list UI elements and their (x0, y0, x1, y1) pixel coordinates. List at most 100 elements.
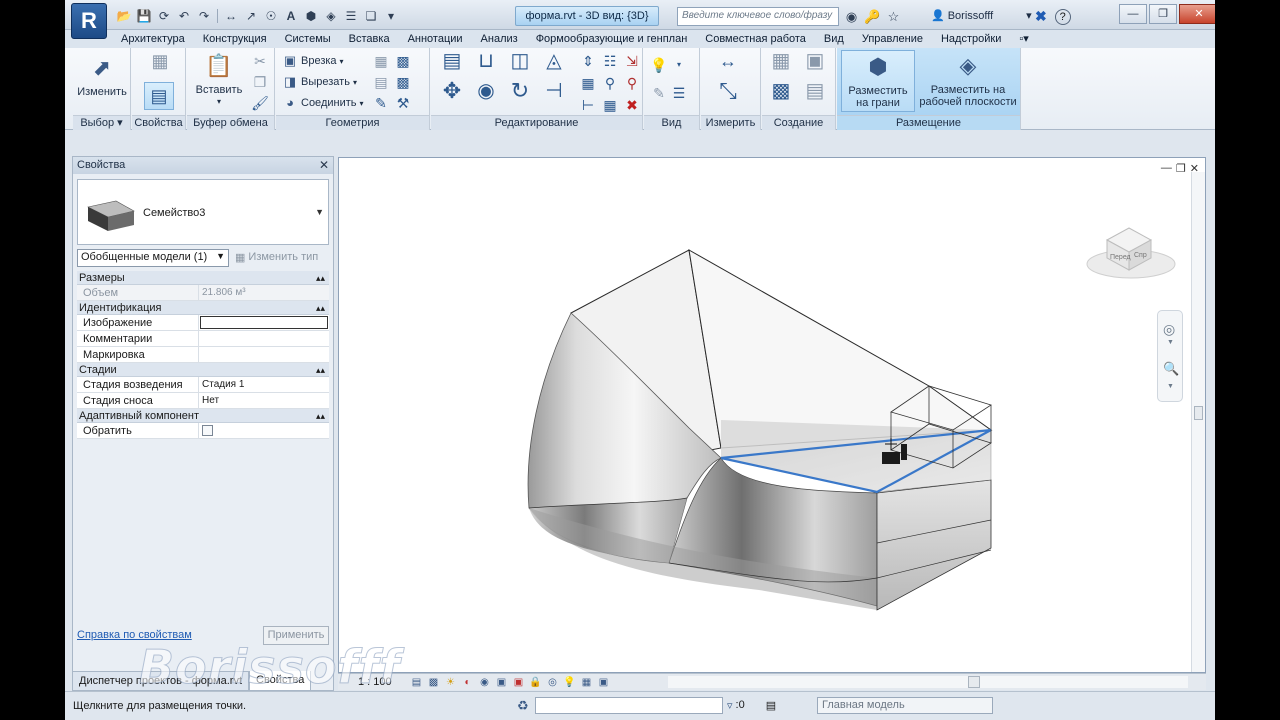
temporary-hide-icon[interactable]: ◎ (546, 676, 559, 689)
scrollbar-thumb[interactable] (1194, 406, 1203, 420)
save-icon[interactable]: 💾 (135, 7, 153, 25)
cut-geometry-button[interactable]: ▣ Врезка ▾ (282, 53, 344, 69)
create-parts-icon[interactable]: ▣ (802, 51, 828, 78)
favorites-icon[interactable]: ☆ (885, 8, 902, 25)
align-icon[interactable]: ▤ (439, 51, 465, 78)
offset-icon[interactable]: ⊔ (473, 51, 499, 78)
text-icon[interactable]: A (282, 7, 300, 25)
tab-architecture[interactable]: Архитектура (112, 30, 194, 48)
tab-structure[interactable]: Конструкция (194, 30, 276, 48)
subscription-icon[interactable]: 🔑 (864, 8, 881, 25)
viewcube[interactable]: Перед Спр (1086, 227, 1176, 279)
selection-filter[interactable]: ▿ :0 ▤ (727, 699, 776, 712)
crop-view-icon[interactable]: ▣ (495, 676, 508, 689)
group-identity[interactable]: Идентификация ▴▴ (77, 301, 329, 315)
steering-wheel-icon[interactable]: ◎ (1163, 321, 1175, 338)
tab-addins[interactable]: Надстройки (932, 30, 1010, 48)
measure-icon[interactable]: ↔ (222, 7, 240, 25)
show-crop-icon[interactable]: ▣ (512, 676, 525, 689)
close-button[interactable]: ✕ (1179, 4, 1215, 24)
match-type-icon[interactable]: 🖌 (251, 94, 269, 112)
redo-icon[interactable]: ↷ (195, 7, 213, 25)
tag-icon[interactable]: ☉ (262, 7, 280, 25)
shadows-icon[interactable]: ◐ (461, 676, 474, 689)
undo-icon[interactable]: ↶ (175, 7, 193, 25)
wall-joins-icon[interactable]: ▦ (372, 52, 390, 70)
help-button[interactable]: ? (1054, 8, 1071, 25)
split-face-icon[interactable]: ▤ (372, 73, 390, 91)
mirror-pick-axis-icon[interactable]: ◫ (507, 51, 533, 78)
editable-only-icon[interactable]: ▤ (766, 699, 776, 712)
apply-button[interactable]: Применить (263, 626, 329, 645)
group-icon[interactable]: ▦ (601, 96, 619, 114)
split-gap-icon[interactable]: ▦ (579, 74, 597, 92)
group-phasing[interactable]: Стадии ▴▴ (77, 363, 329, 377)
view-scale[interactable]: 1 : 100 (338, 676, 398, 688)
phase-created-field[interactable]: Стадия 1 (199, 377, 329, 392)
visual-style-icon[interactable]: ▩ (427, 676, 440, 689)
properties-help-link[interactable]: Справка по свойствам (77, 629, 192, 641)
tab-properties[interactable]: Свойства (249, 671, 312, 691)
search-input[interactable]: Введите ключевое слово/фразу (677, 7, 839, 26)
properties-toggle-icon[interactable]: ▤ (144, 82, 174, 110)
split-icon[interactable]: ⇕ (579, 52, 597, 70)
scale-icon[interactable]: ⇲ (623, 52, 641, 70)
rotate-icon[interactable]: ↻ (507, 80, 533, 108)
chevron-down-icon[interactable]: ▼ (1167, 339, 1174, 346)
open-icon[interactable]: 📂 (115, 7, 133, 25)
hide-in-view-icon[interactable]: 💡 (650, 56, 668, 74)
switch-windows-icon[interactable]: ❏ (362, 7, 380, 25)
place-on-face-button[interactable]: ⬢ Разместить на грани (841, 50, 915, 112)
create-assembly-icon[interactable]: ▦ (768, 51, 794, 78)
paste-button[interactable]: 📋 Вставить ▾ (191, 52, 247, 108)
tab-analyze[interactable]: Анализ (472, 30, 527, 48)
flip-checkbox[interactable] (202, 425, 213, 436)
lock-view-icon[interactable]: 🔒 (529, 676, 542, 689)
ribbon-minimize-toggle[interactable]: ▫▾ (1010, 30, 1037, 48)
zoom-icon[interactable]: 🔍 (1163, 361, 1179, 377)
image-field[interactable] (200, 316, 328, 329)
comments-field[interactable] (199, 331, 329, 346)
paint-icon[interactable]: ▩ (394, 52, 412, 70)
tab-annotate[interactable]: Аннотации (399, 30, 472, 48)
array-icon[interactable]: ☷ (601, 52, 619, 70)
type-properties-icon[interactable]: ▦ (149, 52, 171, 74)
tab-view[interactable]: Вид (815, 30, 853, 48)
aligned-dimension-icon[interactable]: ⤡ (711, 80, 745, 108)
demolish-icon[interactable]: ▩ (394, 73, 412, 91)
exchange-icon[interactable]: ✖ (1035, 8, 1047, 25)
delete-icon[interactable]: ✖ (623, 96, 641, 114)
reveal-hidden-icon[interactable]: 💡 (563, 676, 576, 689)
sync-icon[interactable]: ⟳ (155, 7, 173, 25)
tab-collaborate[interactable]: Совместная работа (696, 30, 815, 48)
trim-extend-icon[interactable]: ⊣ (541, 81, 567, 108)
copy-element-icon[interactable]: ◉ (473, 81, 499, 108)
user-menu[interactable]: 👤 Borissofff ▾ (931, 9, 1032, 23)
group-dimensions[interactable]: Размеры ▴▴ (77, 271, 329, 285)
trim-icon[interactable]: ⊢ (579, 96, 597, 114)
panel-label-select[interactable]: Выбор ▾ (73, 115, 130, 130)
group-adaptive[interactable]: Адаптивный компонент ▴▴ (77, 409, 329, 423)
horizontal-scrollbar[interactable] (668, 676, 1188, 688)
cut-icon[interactable]: ✂ (251, 52, 269, 70)
tab-manage[interactable]: Управление (853, 30, 932, 48)
create-group-icon[interactable]: ▩ (768, 81, 794, 108)
edit-type-button[interactable]: ▦ Изменить тип (235, 251, 318, 264)
3d-view-icon[interactable]: ⬢ (302, 7, 320, 25)
mirror-draw-axis-icon[interactable]: ◬ (541, 51, 567, 78)
application-menu-button[interactable]: R (71, 3, 107, 39)
chevron-down-icon[interactable]: ▾ (670, 56, 688, 74)
minimize-button[interactable]: — (1119, 4, 1147, 24)
tab-project-browser[interactable]: Диспетчер проектов - форма.rvt (72, 671, 250, 691)
thin-lines-icon[interactable]: ☰ (342, 7, 360, 25)
override-graphics-icon[interactable]: ✎ (650, 84, 668, 102)
vertical-scrollbar[interactable] (1191, 172, 1205, 672)
workset-select[interactable] (535, 697, 723, 714)
create-similar-icon[interactable]: ▤ (802, 81, 828, 108)
section-icon[interactable]: ◈ (322, 7, 340, 25)
tab-systems[interactable]: Системы (276, 30, 340, 48)
beam-join-icon[interactable]: ✎ (372, 94, 390, 112)
worksharing-icon[interactable]: ▦ (580, 676, 593, 689)
modify-button[interactable]: ⬈ Изменить (77, 54, 127, 98)
tab-massing-site[interactable]: Формообразующие и генплан (527, 30, 697, 48)
